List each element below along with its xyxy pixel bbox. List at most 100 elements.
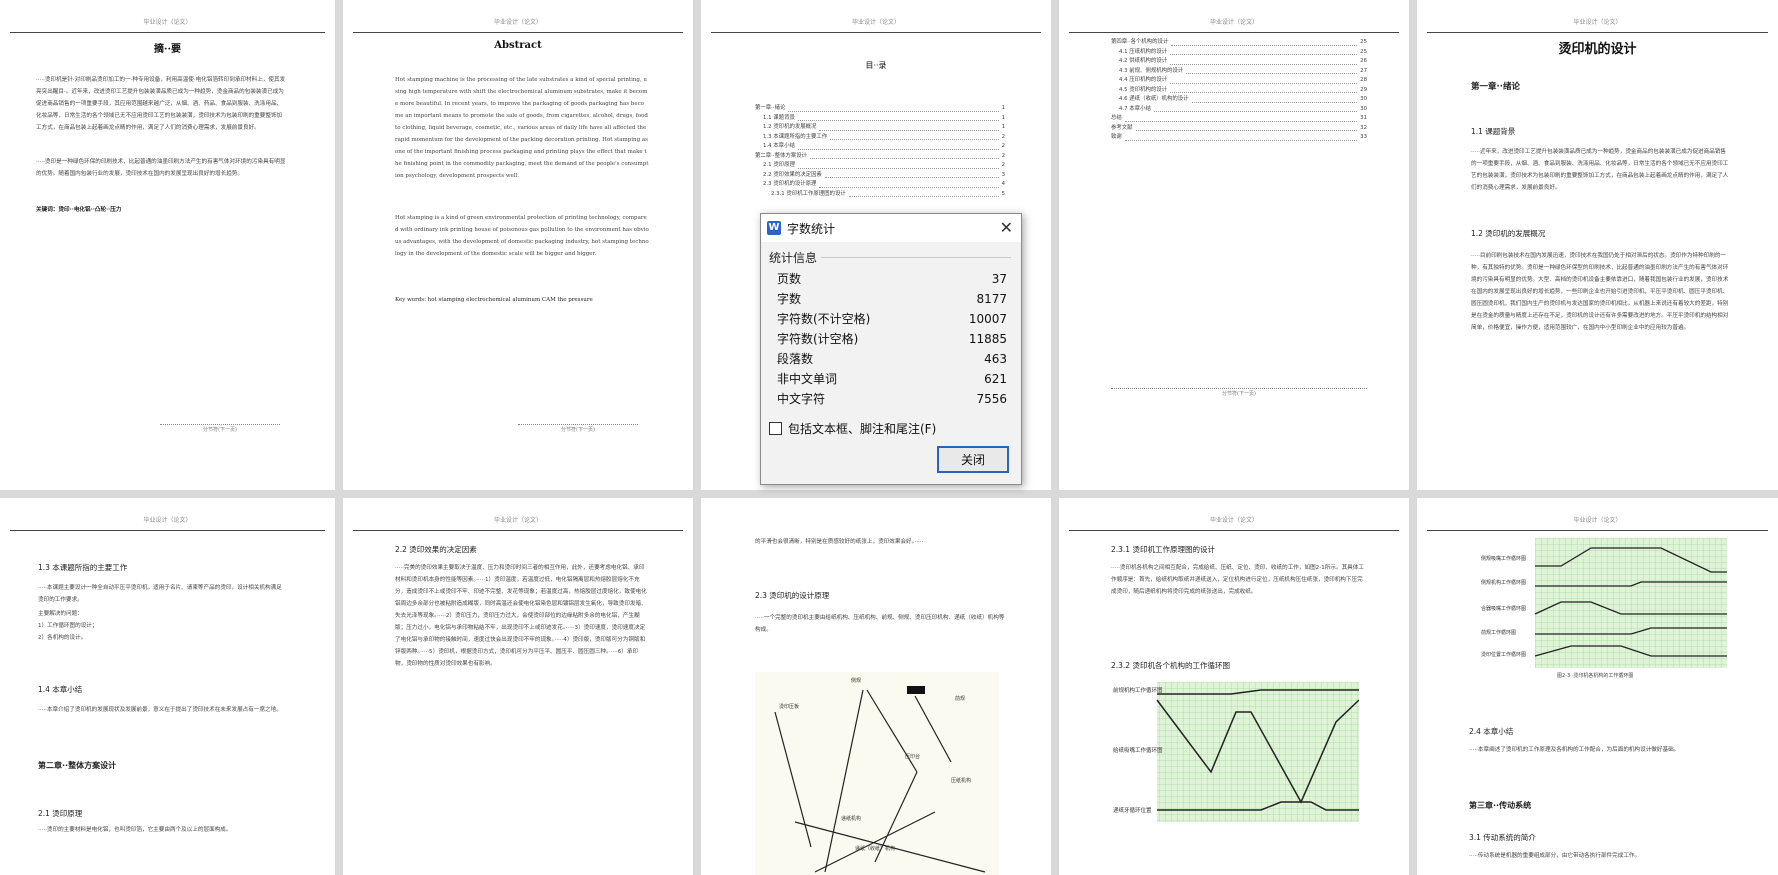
stat-label: 段落数 [777,352,814,366]
checkbox-label: 包括文本框、脚注和尾注(F) [788,422,937,436]
paragraph: Hot stamping machine is the processing o… [395,77,649,179]
toc-entry[interactable]: 第二章··整体方案设计 2 [755,152,1005,162]
toc-entry-page: 33 [1360,134,1367,140]
toc-entry[interactable]: 2.2 烫印效果的决定因素 3 [755,171,1005,181]
close-button[interactable]: 关闭 [937,446,1009,473]
toc-entry-page: 3 [1001,171,1005,178]
stat-label: 字数 [777,292,802,306]
mechanism-diagram: 侧规 前规 烫印压板 压印台 压纸机构 递纸机构 递纸（收纸）机构 [755,672,999,875]
toc-entry[interactable]: 4.6 递纸（收纸）机构的设计 30 [1111,95,1367,105]
toc-entry[interactable]: 参考文献 32 [1111,124,1367,134]
toc-entry[interactable]: 致谢 33 [1111,133,1367,143]
toc-entry[interactable]: 4.1 压纸机构的设计 25 [1111,48,1367,58]
toc-entry[interactable]: 1.2 烫印机的发展概况 1 [755,123,1005,133]
toc-entry-title: 4.2 供纸机构的设计 [1119,58,1168,64]
toc-entry-page: 1 [1001,114,1005,121]
page-header: 毕业设计（论文） [353,14,683,33]
page-header: 毕业设计（论文） [1069,512,1399,531]
keywords: 关键词：烫印··电化铝··凸轮··压力 [36,207,122,213]
toc-entry[interactable]: 1.3 本课题所指的主要工作 2 [755,133,1005,143]
toc-entry-title: 4.6 递纸（收纸）机构的设计 [1119,96,1189,102]
stat-row: 非中文单词 621 [777,369,1007,389]
close-icon[interactable]: ✕ [1000,218,1013,237]
toc-entry[interactable]: 1.1 课题背景 1 [755,114,1005,124]
stat-label: 中文字符 [777,392,826,406]
toc-entry-title: 4.4 压印机构的设计 [1119,77,1168,83]
chart-row-label: 递纸牙循环位置 [1113,806,1152,814]
toc-entry-page: 32 [1360,124,1367,131]
diagram-label: 递纸（收纸）机构 [855,845,895,852]
toc-entry-page: 4 [1001,181,1005,187]
toc-entry-title: 2.3 烫印机的设计原理 [763,181,817,187]
paragraph: ·····完美的烫印效果主要取决于温度、压力和烫印时间三者的相互作用，此外，还要… [395,565,647,667]
toc-entry-title: 2.1 烫印原理 [763,162,795,168]
toc-entry-page: 31 [1360,115,1367,121]
stat-row: 中文字符 7556 [777,389,1007,409]
toc-entry-page: 1 [1001,105,1005,111]
chart-row-label: 合器吸嘴工作循环图 [1481,605,1526,612]
toc-leader [797,161,999,169]
paragraph: ·····近年来，改进烫印工艺提升包装装潢品质已成为一种趋势，烫金商品的包装装潢… [1471,149,1729,191]
diagram-label: 压印台 [905,753,920,760]
include-textboxes-checkbox[interactable]: 包括文本框、脚注和尾注(F) [769,420,936,437]
toc-entry-title: 1.2 烫印机的发展概况 [763,124,817,130]
page-title: Abstract [494,40,542,51]
diagram-label: 递纸机构 [841,815,861,822]
toc-entry-page: 2 [1001,143,1005,149]
page-header: 毕业设计（论文） [1427,512,1768,531]
toc-entry-title: 1.3 本课题所指的主要工作 [763,133,828,140]
toc-entry[interactable]: 4.2 供纸机构的设计 26 [1111,57,1367,67]
section-heading: 2.1 烫印原理 [38,809,83,818]
toc-entry-page: 25 [1360,48,1367,55]
chapter-heading: 第二章··整体方案设计 [38,761,117,770]
toc-leader [1170,76,1358,84]
toc-leader [819,180,999,188]
toc-leader [824,171,999,178]
toc-entry[interactable]: 1.4 本章小结 2 [755,142,1005,152]
section-heading: 2.3.2 烫印机各个机构的工作循环图 [1111,661,1230,670]
paragraph: ·····目前印刷包装技术在国内发展迅速，烫印技术在我国仍处于相对滞后的状态。烫… [1471,253,1729,331]
page-header: 毕业设计（论文） [711,14,1041,33]
toc-entry[interactable]: 2.3 烫印机的设计原理 4 [755,180,1005,190]
toc-entry[interactable]: 第四章··各个机构的设计 25 [1111,38,1367,48]
toc-entry[interactable]: 2.3.1 烫印机工作原理图的设计 5 [755,190,1005,200]
toc-entry[interactable]: 第一章··绪论 1 [755,104,1005,114]
wps-app-icon: W [767,221,781,235]
toc-leader [819,123,999,131]
toc-entry-title: 第四章··各个机构的设计 [1111,39,1169,45]
paragraph: ·····烫印是一种绿色环保的印刷技术，比起普通的油墨印刷方法产生的有害气体对环… [36,159,286,177]
toc-leader [1124,114,1358,122]
paragraph: ·····烫印的主要材料是电化铝，也叫烫印箔，它主要由两个及以上的层面构成。 [38,827,232,833]
dialog-title: 字数统计 [787,222,836,236]
section-heading: 2.3.1 烫印机工作原理图的设计 [1111,545,1215,554]
stat-row: 字数 8177 [777,289,1007,309]
keywords: Key words: hot stamping electrochemical … [395,297,593,303]
toc-entry-title: 2.2 烫印效果的决定因素 [763,171,822,178]
stat-value: 10007 [968,312,1007,326]
section-break: 分节符(下一页) [160,424,280,433]
section-heading: 1.3 本课题所指的主要工作 [38,563,128,572]
toc-leader [1191,95,1358,103]
toc-leader [848,190,999,197]
toc-leader [1170,86,1358,93]
page-6: 毕业设计（论文） 1.3 本课题所指的主要工作 ·····本课题主要设计一种全自… [0,498,335,875]
page-8-mechanism: 的平滑也会很清晰，特别是在质感较好的纸张上，烫印效果会好。····· 2.3 烫… [701,498,1051,875]
paragraph: 的平滑也会很清晰，特别是在质感较好的纸张上，烫印效果会好。····· [755,539,924,545]
page-5-chapter-1: 毕业设计（论文） 烫印机的设计 第一章··绪论 1.1 课题背景 ·····近年… [1417,0,1778,490]
toc-entry-page: 1 [1001,124,1005,130]
checkbox-box[interactable] [769,422,782,435]
page-header: 毕业设计（论文） [353,512,683,531]
toc-entry[interactable]: 2.1 烫印原理 2 [755,161,1005,171]
chart-row-label: 侧规吸嘴工作循环图 [1481,555,1526,562]
toc-entry[interactable]: 4.5 烫印机构的设计 29 [1111,86,1367,96]
chapter-heading: 第三章··传动系统 [1469,801,1532,810]
toc-entry[interactable]: 总结 31 [1111,114,1367,124]
toc-entry[interactable]: 4.7 本章小结 30 [1111,105,1367,115]
toc-entry[interactable]: 4.4 压印机构的设计 28 [1111,76,1367,86]
section-heading: 2.2 烫印效果的决定因素 [395,545,477,554]
toc-leader [809,152,999,159]
chapter-heading: 第一章··绪论 [1471,82,1520,92]
dialog-titlebar[interactable]: W 字数统计 ✕ [761,214,1021,242]
toc-entry[interactable]: 4.3 前规、侧规机构的设计 27 [1111,67,1367,77]
paragraph: ·····烫印机各机构之间相互配合，完成给纸、压纸、定位、烫印、收纸的工作，如图… [1111,565,1364,595]
